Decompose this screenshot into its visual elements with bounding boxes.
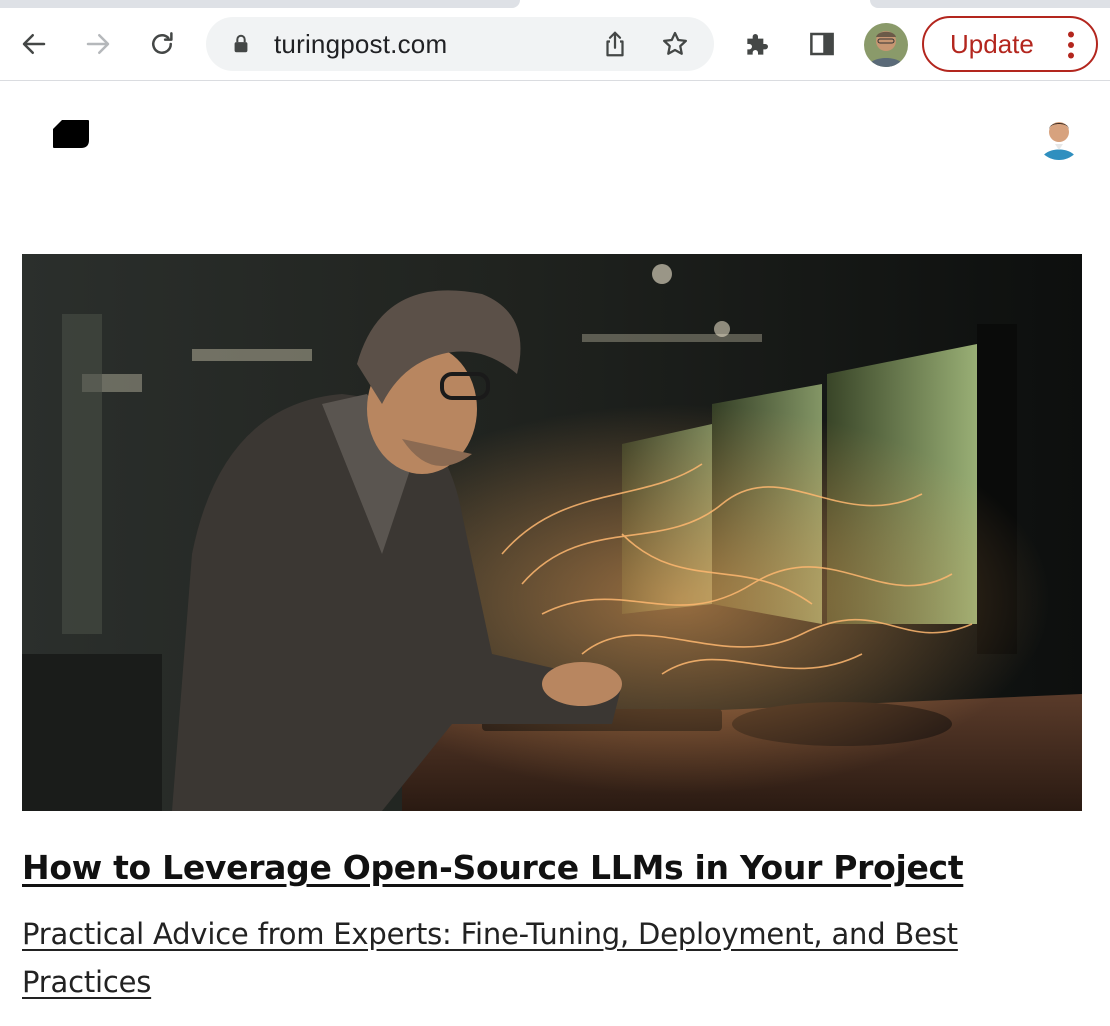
author-avatar[interactable] bbox=[1036, 114, 1082, 160]
update-button[interactable]: Update bbox=[922, 16, 1098, 72]
post-title-link[interactable]: How to Leverage Open-Source LLMs in Your… bbox=[22, 848, 1092, 887]
site-logo[interactable] bbox=[52, 118, 90, 154]
puzzle-icon bbox=[747, 34, 768, 55]
profile-photo-icon bbox=[864, 23, 908, 67]
arrow-right-icon bbox=[86, 34, 110, 54]
side-panel-button[interactable] bbox=[802, 24, 842, 64]
side-panel-icon bbox=[810, 32, 834, 56]
lock-icon[interactable] bbox=[230, 33, 252, 55]
url-text[interactable]: turingpost.com bbox=[274, 17, 447, 71]
share-icon[interactable] bbox=[600, 29, 630, 59]
turingpost-logo-icon bbox=[53, 120, 89, 148]
arrow-left-icon bbox=[22, 34, 46, 54]
author-photo-icon bbox=[1036, 114, 1082, 160]
tab-strip bbox=[0, 0, 1110, 8]
tab-right[interactable] bbox=[870, 0, 1110, 8]
hero-image[interactable] bbox=[22, 254, 1082, 811]
update-label: Update bbox=[950, 29, 1034, 59]
reload-button[interactable] bbox=[142, 24, 182, 64]
three-dots-vertical-icon[interactable] bbox=[1064, 31, 1078, 59]
back-button[interactable] bbox=[14, 24, 54, 64]
reload-icon bbox=[152, 32, 173, 54]
post-subtitle-link[interactable]: Practical Advice from Experts: Fine-Tuni… bbox=[22, 910, 1082, 1006]
browser-toolbar: turingpost.com Update bbox=[0, 8, 1110, 81]
address-bar[interactable]: turingpost.com bbox=[206, 17, 714, 71]
forward-button[interactable] bbox=[78, 24, 118, 64]
profile-avatar[interactable] bbox=[864, 23, 908, 67]
hero-illustration bbox=[22, 254, 1082, 811]
extensions-button[interactable] bbox=[738, 24, 778, 64]
tab-left[interactable] bbox=[0, 0, 520, 8]
star-icon[interactable] bbox=[660, 29, 690, 59]
